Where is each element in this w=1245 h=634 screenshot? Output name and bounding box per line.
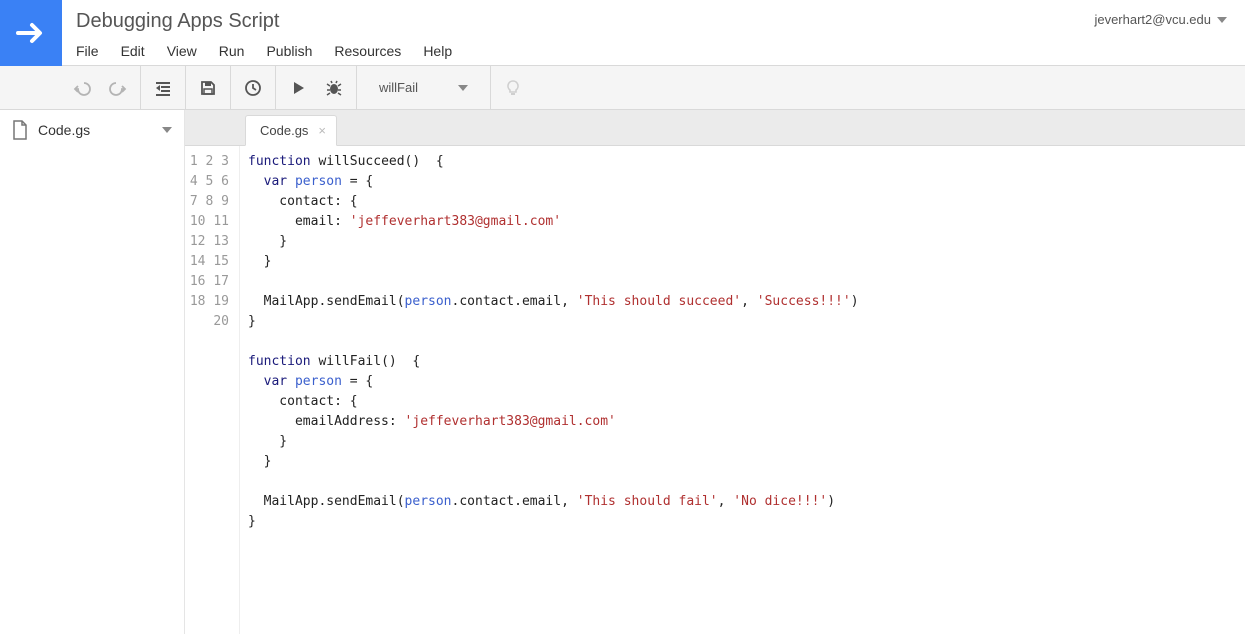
toolbar: willFail <box>0 66 1245 110</box>
debug-button[interactable] <box>322 76 346 100</box>
menu-bar: File Edit View Run Publish Resources Hel… <box>76 43 1245 59</box>
save-button[interactable] <box>196 76 220 100</box>
project-title[interactable]: Debugging Apps Script <box>76 10 1245 33</box>
function-selector[interactable]: willFail <box>367 80 480 95</box>
menu-publish[interactable]: Publish <box>266 43 312 59</box>
user-account-menu[interactable]: jeverhart2@vcu.edu <box>1094 12 1227 27</box>
menu-help[interactable]: Help <box>423 43 452 59</box>
indent-icon <box>154 79 172 97</box>
hint-button[interactable] <box>501 76 525 100</box>
undo-button[interactable] <box>70 76 94 100</box>
tab-bar: Code.gs × <box>185 110 1245 146</box>
function-selected-label: willFail <box>379 80 418 95</box>
indent-button[interactable] <box>151 76 175 100</box>
header: Debugging Apps Script File Edit View Run… <box>0 0 1245 66</box>
chevron-down-icon[interactable] <box>162 127 172 133</box>
menu-file[interactable]: File <box>76 43 99 59</box>
play-icon <box>290 80 306 96</box>
file-sidebar: Code.gs <box>0 110 185 634</box>
menu-view[interactable]: View <box>167 43 197 59</box>
clock-icon <box>243 78 263 98</box>
line-gutter: 1 2 3 4 5 6 7 8 9 10 11 12 13 14 15 16 1… <box>185 146 240 634</box>
tab-label: Code.gs <box>260 123 308 138</box>
menu-run[interactable]: Run <box>219 43 245 59</box>
chevron-down-icon <box>1217 17 1227 23</box>
menu-edit[interactable]: Edit <box>121 43 145 59</box>
code-editor[interactable]: 1 2 3 4 5 6 7 8 9 10 11 12 13 14 15 16 1… <box>185 146 1245 634</box>
redo-button[interactable] <box>106 76 130 100</box>
close-icon[interactable]: × <box>318 123 326 138</box>
app-logo <box>0 0 62 66</box>
editor-area: Code.gs × 1 2 3 4 5 6 7 8 9 10 11 12 13 … <box>185 110 1245 634</box>
triggers-button[interactable] <box>241 76 265 100</box>
arrow-right-icon <box>14 16 48 50</box>
redo-icon <box>109 79 127 97</box>
sidebar-file-item[interactable]: Code.gs <box>0 110 184 150</box>
chevron-down-icon <box>458 85 468 91</box>
lightbulb-icon <box>504 79 522 97</box>
sidebar-file-label: Code.gs <box>38 122 90 138</box>
user-email: jeverhart2@vcu.edu <box>1094 12 1211 27</box>
editor-tab[interactable]: Code.gs × <box>245 115 337 146</box>
file-icon <box>12 120 28 140</box>
code-content[interactable]: function willSucceed() { var person = { … <box>240 146 1245 634</box>
menu-resources[interactable]: Resources <box>334 43 401 59</box>
bug-icon <box>325 79 343 97</box>
undo-icon <box>73 79 91 97</box>
save-icon <box>199 79 217 97</box>
run-button[interactable] <box>286 76 310 100</box>
